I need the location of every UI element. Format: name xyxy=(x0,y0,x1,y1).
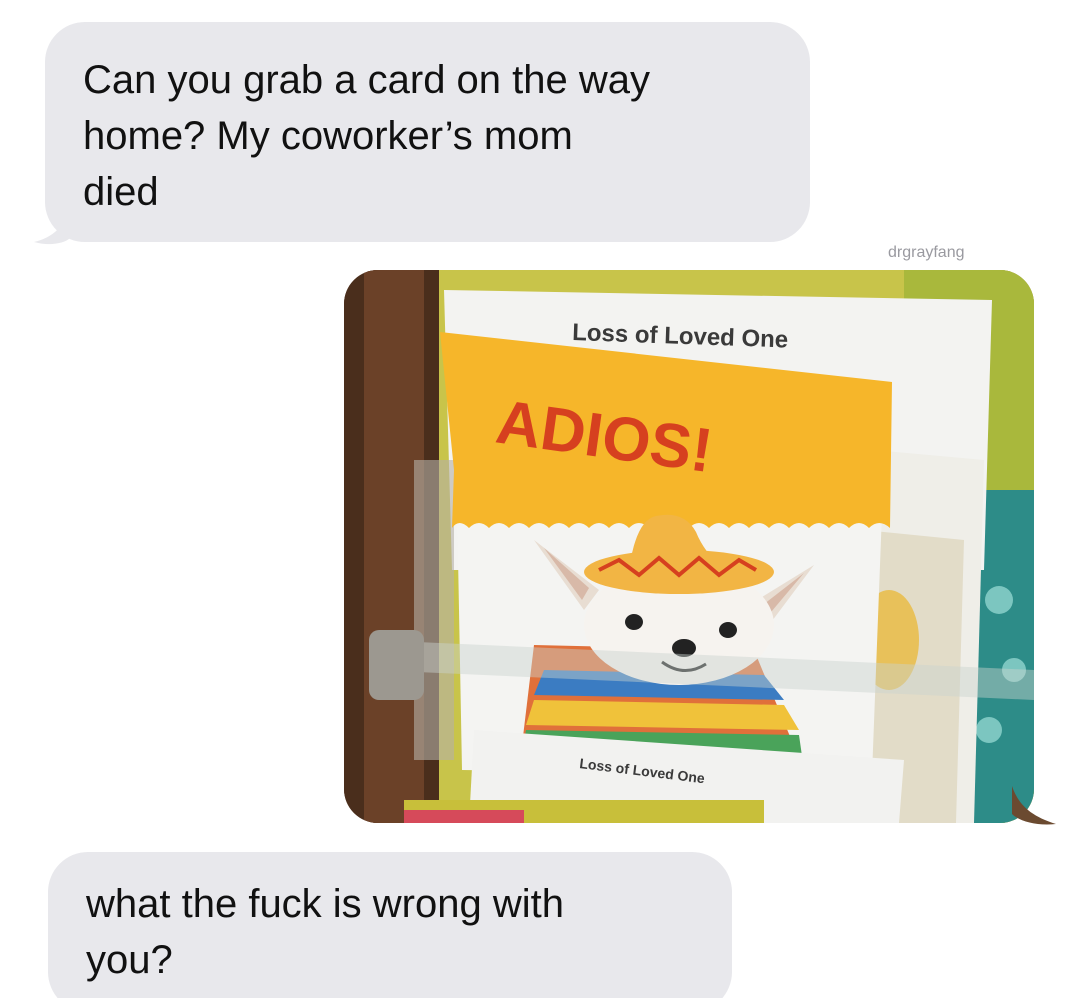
card-rack-photo: Loss of Loved One ADIOS! Loss of Loved O… xyxy=(344,270,1034,823)
incoming-message-bubble[interactable]: Can you grab a card on the way home? My … xyxy=(45,22,810,242)
message-thread: Can you grab a card on the way home? My … xyxy=(0,0,1080,998)
bubble-tail-icon xyxy=(34,206,70,245)
watermark: drgrayfang xyxy=(888,244,965,261)
outgoing-photo-message[interactable]: Loss of Loved One ADIOS! Loss of Loved O… xyxy=(344,270,1034,823)
incoming-message-bubble[interactable]: what the fuck is wrong with you? xyxy=(48,852,732,998)
bubble-tail-icon xyxy=(1012,786,1056,825)
message-text: what the fuck is wrong with you? xyxy=(86,882,564,982)
message-text: Can you grab a card on the way home? My … xyxy=(83,58,651,214)
